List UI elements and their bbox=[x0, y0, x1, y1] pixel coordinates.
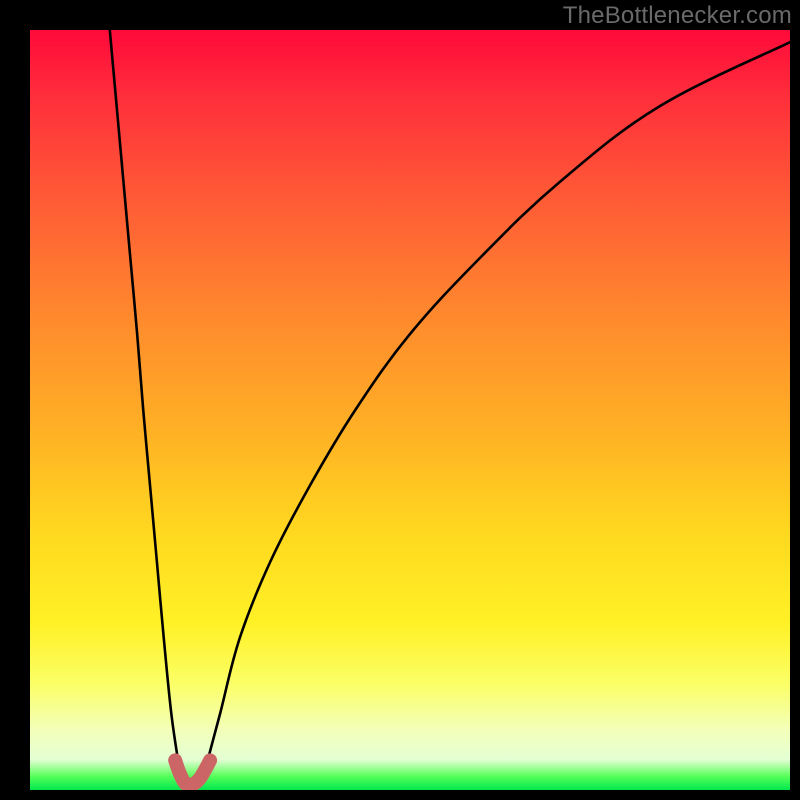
watermark-text: TheBottlenecker.com bbox=[563, 2, 792, 30]
chart-plot-area bbox=[30, 30, 790, 790]
curve-right-branch bbox=[205, 42, 790, 771]
app-frame: TheBottlenecker.com bbox=[0, 0, 800, 800]
dip-marker-blob bbox=[175, 760, 210, 784]
curve-left-branch bbox=[110, 30, 180, 771]
chart-curves-svg bbox=[30, 30, 790, 790]
